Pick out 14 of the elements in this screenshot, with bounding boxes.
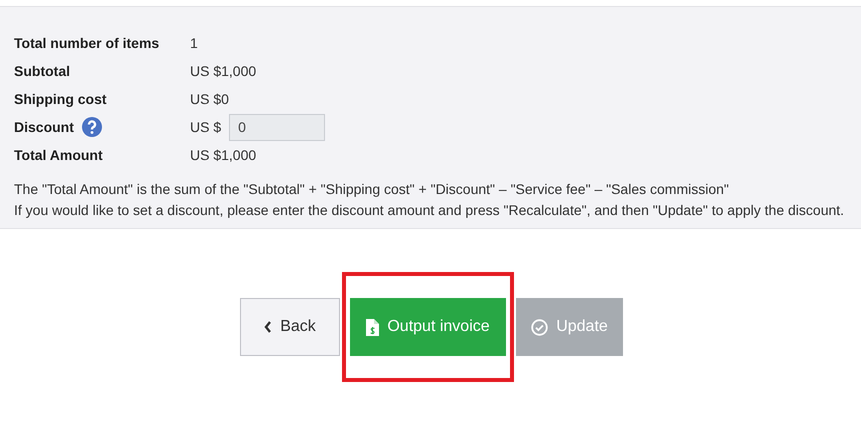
back-button[interactable]: Back	[240, 298, 340, 356]
row-label: Discount	[14, 119, 74, 135]
row-label: Subtotal	[14, 63, 70, 79]
row-value: 1	[190, 35, 198, 51]
row-value: US $1,000	[190, 63, 256, 79]
row-value: US $1,000	[190, 147, 256, 163]
note-text: The "Total Amount" is the sum of the "Subtotal" + "Shipping cost" + "Discount" – "Service fee" – "Sales commission"	[14, 180, 730, 199]
note-text: If you would like to set a discount, please enter the discount amount and press "Recalculate", and then "Update" to apply the discount.	[14, 201, 846, 220]
row-label: Shipping cost	[14, 91, 107, 107]
discount-field[interactable]: 0	[229, 114, 326, 140]
row-value: US $0	[190, 91, 229, 107]
currency-prefix: US $	[190, 119, 222, 135]
row-label: Total number of items	[14, 35, 160, 51]
row-label: Total Amount	[14, 147, 103, 163]
